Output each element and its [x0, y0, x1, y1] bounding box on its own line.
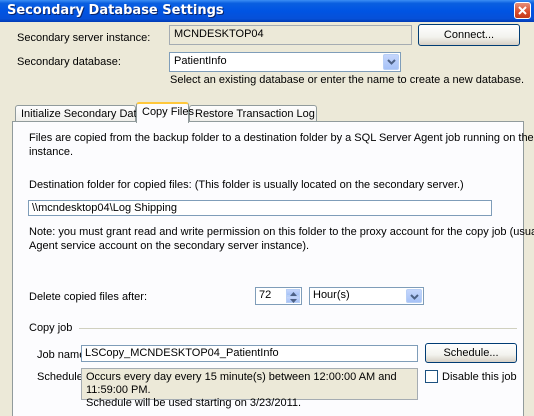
job-name-value: LSCopy_MCNDESKTOP04_PatientInfo — [85, 347, 279, 359]
database-dropdown-button[interactable] — [383, 54, 399, 70]
delete-unit-combo[interactable]: Hour(s) — [309, 287, 424, 305]
schedule-label: Schedule: — [37, 371, 86, 383]
chevron-down-icon — [410, 294, 419, 300]
chevron-down-icon — [387, 59, 396, 65]
intro-text-line2: instance. — [29, 146, 74, 158]
group-divider — [79, 328, 517, 329]
note-text-line1: Note: you must grant read and write perm… — [29, 226, 534, 238]
secondary-database-value: PatientInfo — [174, 55, 227, 67]
close-icon — [518, 6, 527, 15]
schedule-text-line2: Schedule will be used starting on 3/23/2… — [86, 397, 302, 409]
secondary-database-combo[interactable]: PatientInfo — [169, 52, 401, 72]
server-instance-value: MCNDESKTOP04 — [174, 28, 264, 40]
dialog-window: Secondary Database Settings Secondary se… — [0, 0, 534, 416]
disable-job-checkbox[interactable] — [425, 370, 438, 383]
delete-after-spinner[interactable]: 72 — [255, 287, 302, 305]
arrow-down-icon — [290, 299, 297, 303]
spinner-buttons[interactable] — [286, 289, 300, 303]
schedule-description: Occurs every day every 15 minute(s) betw… — [81, 368, 418, 409]
schedule-text-line1: Occurs every day every 15 minute(s) betw… — [86, 371, 397, 396]
window-title: Secondary Database Settings — [7, 3, 224, 18]
title-bar[interactable]: Secondary Database Settings — [0, 0, 534, 22]
server-instance-label: Secondary server instance: — [17, 32, 151, 44]
note-text-line2: Agent service account on the secondary s… — [29, 240, 310, 252]
disable-job-label[interactable]: Disable this job — [442, 370, 517, 384]
intro-text-line1: Files are copied from the backup folder … — [29, 132, 534, 144]
spin-down-button[interactable] — [286, 296, 300, 303]
server-instance-field: MCNDESKTOP04 — [169, 25, 412, 45]
close-button[interactable] — [514, 2, 531, 19]
delete-unit-value: Hour(s) — [313, 289, 350, 301]
destination-folder-label: Destination folder for copied files: (Th… — [29, 179, 464, 191]
secondary-database-label: Secondary database: — [17, 56, 121, 68]
connect-button[interactable]: Connect... — [418, 24, 520, 46]
delete-after-value: 72 — [259, 289, 272, 301]
tab-copy-files[interactable]: Copy Files — [136, 102, 194, 123]
spin-up-button[interactable] — [286, 289, 300, 296]
delete-after-label: Delete copied files after: — [29, 291, 148, 303]
database-hint: Select an existing database or enter the… — [170, 74, 525, 86]
delete-unit-dropdown-button[interactable] — [406, 289, 422, 303]
copy-files-panel: Files are copied from the backup folder … — [12, 121, 534, 416]
schedule-button[interactable]: Schedule... — [425, 343, 517, 363]
copy-job-group-label: Copy job — [29, 322, 73, 334]
destination-folder-value: \\mcndesktop04\Log Shipping — [32, 202, 177, 214]
destination-folder-input[interactable]: \\mcndesktop04\Log Shipping — [28, 200, 492, 216]
job-name-input[interactable]: LSCopy_MCNDESKTOP04_PatientInfo — [81, 345, 418, 362]
